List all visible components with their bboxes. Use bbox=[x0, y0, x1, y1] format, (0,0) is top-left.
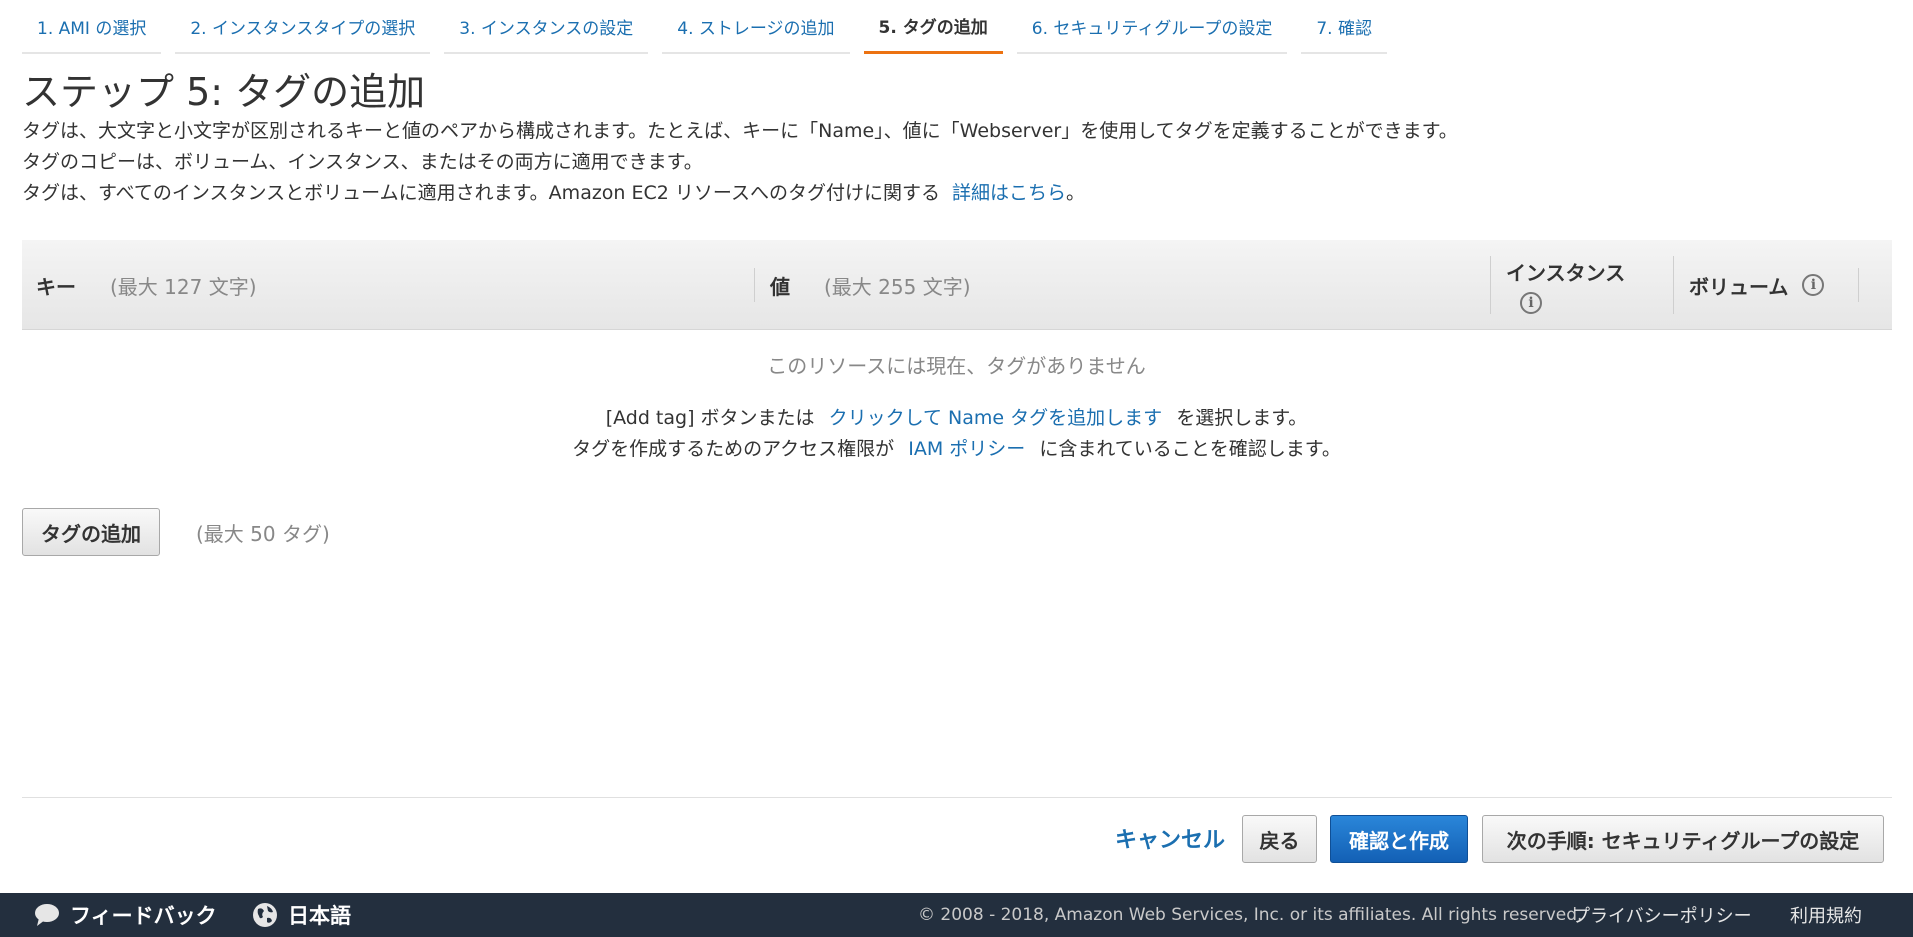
instance-header-label: インスタンス bbox=[1506, 260, 1626, 285]
footer-divider bbox=[22, 797, 1892, 798]
copyright-text: © 2008 - 2018, Amazon Web Services, Inc.… bbox=[918, 905, 1583, 925]
description-line-3-end: 。 bbox=[1066, 182, 1086, 204]
column-divider bbox=[1490, 256, 1491, 314]
wizard-step-review[interactable]: 7. 確認 bbox=[1301, 0, 1387, 54]
description-line-3-text: タグは、すべてのインスタンスとボリュームに適用されます。Amazon EC2 リ… bbox=[22, 182, 940, 204]
description-line-3: タグは、すべてのインスタンスとボリュームに適用されます。Amazon EC2 リ… bbox=[22, 178, 1458, 209]
wizard-step-ami[interactable]: 1. AMI の選択 bbox=[22, 0, 162, 54]
language-selector[interactable]: 日本語 bbox=[252, 893, 351, 937]
description-line-2: タグのコピーは、ボリューム、インスタンス、またはその両方に適用できます。 bbox=[22, 151, 703, 173]
empty-line-2-suffix: に含まれていることを確認します。 bbox=[1039, 438, 1341, 460]
add-tag-button[interactable]: タグの追加 bbox=[22, 508, 160, 556]
wizard-step-security-group[interactable]: 6. セキュリティグループの設定 bbox=[1016, 0, 1288, 54]
cancel-link[interactable]: キャンセル bbox=[1115, 822, 1225, 854]
wizard-step-instance-type[interactable]: 2. インスタンスタイプの選択 bbox=[175, 0, 431, 54]
empty-line-1-suffix: を選択します。 bbox=[1176, 407, 1308, 429]
volume-header-label: ボリューム bbox=[1689, 274, 1789, 299]
next-security-group-button[interactable]: 次の手順: セキュリティグループの設定 bbox=[1482, 815, 1884, 863]
learn-more-link[interactable]: 詳細はこちら bbox=[952, 182, 1066, 204]
iam-policy-link[interactable]: IAM ポリシー bbox=[908, 438, 1025, 460]
globe-icon bbox=[253, 903, 277, 927]
empty-state-line-2: タグを作成するためのアクセス権限が IAM ポリシー に含まれていることを確認し… bbox=[0, 434, 1913, 461]
description-line-1: タグは、大文字と小文字が区別されるキーと値のペアから構成されます。たとえば、キー… bbox=[22, 120, 1458, 142]
value-column-header: 値 (最大 255 文字) bbox=[770, 240, 971, 330]
feedback-label: フィードバック bbox=[70, 904, 217, 928]
key-header-label: キー bbox=[36, 274, 76, 299]
value-header-label: 値 bbox=[770, 274, 790, 299]
tags-table-header: キー (最大 127 文字) 値 (最大 255 文字) インスタンス i ボリ… bbox=[22, 240, 1892, 330]
column-divider bbox=[754, 268, 755, 302]
instance-column-header: インスタンス i bbox=[1506, 240, 1625, 330]
info-icon[interactable]: i bbox=[1520, 291, 1542, 314]
terms-of-use-link[interactable]: 利用規約 bbox=[1790, 893, 1862, 937]
info-icon[interactable]: i bbox=[1802, 274, 1825, 296]
privacy-policy-link[interactable]: プライバシーポリシー bbox=[1572, 893, 1752, 937]
column-divider bbox=[1673, 256, 1674, 314]
empty-state-line-1: [Add tag] ボタンまたは クリックして Name タグを追加します を選… bbox=[0, 403, 1913, 430]
wizard-steps: 1. AMI の選択 2. インスタンスタイプの選択 3. インスタンスの設定 … bbox=[22, 0, 1401, 56]
feedback-link[interactable]: フィードバック bbox=[34, 893, 217, 937]
review-and-launch-button[interactable]: 確認と作成 bbox=[1330, 815, 1468, 863]
speech-bubble-icon bbox=[35, 904, 59, 926]
add-name-tag-link[interactable]: クリックして Name タグを追加します bbox=[829, 407, 1163, 429]
wizard-step-configure-instance[interactable]: 3. インスタンスの設定 bbox=[444, 0, 649, 54]
language-label: 日本語 bbox=[288, 904, 351, 928]
wizard-step-add-storage[interactable]: 4. ストレージの追加 bbox=[662, 0, 850, 54]
wizard-step-add-tags: 5. タグの追加 bbox=[863, 0, 1003, 54]
page-description: タグは、大文字と小文字が区別されるキーと値のペアから構成されます。たとえば、キー… bbox=[22, 116, 1458, 209]
empty-line-1-prefix: [Add tag] ボタンまたは bbox=[605, 407, 815, 429]
empty-state-title: このリソースには現在、タグがありません bbox=[767, 354, 1146, 378]
add-tag-limit: (最大 50 タグ) bbox=[196, 522, 330, 546]
key-column-header: キー (最大 127 文字) bbox=[36, 240, 257, 330]
column-divider bbox=[1858, 268, 1859, 302]
volume-column-header: ボリューム i bbox=[1689, 240, 1825, 330]
page-title: ステップ 5: タグの追加 bbox=[22, 70, 426, 114]
key-header-hint: (最大 127 文字) bbox=[110, 274, 257, 299]
value-header-hint: (最大 255 文字) bbox=[824, 274, 971, 299]
empty-line-2-prefix: タグを作成するためのアクセス権限が bbox=[572, 438, 895, 460]
console-footer: フィードバック 日本語 © 2008 - 2018, Amazon Web Se… bbox=[0, 893, 1913, 937]
back-button[interactable]: 戻る bbox=[1242, 815, 1317, 863]
